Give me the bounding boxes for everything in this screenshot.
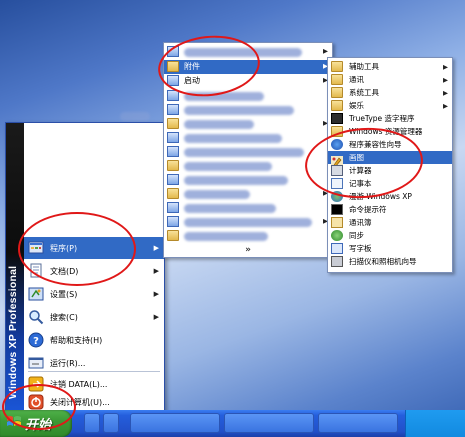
taskbar-window-button[interactable] <box>130 413 220 433</box>
annotation-ring-start <box>2 384 76 430</box>
accessories-item[interactable]: 娱乐 ▶ <box>328 99 452 112</box>
folder-icon <box>331 87 343 98</box>
start-item-settings-label: 设置(S) <box>50 289 78 299</box>
folder-icon <box>167 216 179 227</box>
accessories-item[interactable]: 通讯簿 <box>328 216 452 229</box>
accessories-item-label: TrueType 造字程序 <box>349 114 415 123</box>
folder-icon <box>167 132 179 143</box>
cmd-icon <box>331 204 343 215</box>
folder-icon <box>331 61 343 72</box>
svg-text:?: ? <box>33 336 39 347</box>
folder-icon <box>331 100 343 111</box>
accessories-item-label: 通讯 <box>349 75 364 84</box>
annotation-ring-programs <box>18 212 136 286</box>
start-item-search[interactable]: 搜索(C) ▶ <box>24 306 164 328</box>
accessories-item[interactable]: 同步 <box>328 229 452 242</box>
programs-item-blurred[interactable] <box>164 229 332 243</box>
programs-item-blurred[interactable] <box>164 201 332 215</box>
accessories-item-label: 通讯簿 <box>349 218 372 227</box>
os-edition-label: Windows XP Professional <box>7 265 19 399</box>
start-item-run-label: 运行(R)... <box>50 358 86 368</box>
run-icon <box>27 354 45 372</box>
quick-launch-desktop-icon[interactable] <box>103 413 119 433</box>
programs-item-blurred[interactable] <box>164 103 332 117</box>
submenu-arrow-icon: ▶ <box>153 244 159 252</box>
taskbar-window-button[interactable] <box>318 413 398 433</box>
help-icon: ? <box>27 331 45 349</box>
submenu-arrow-icon: ▶ <box>443 76 448 84</box>
expand-menu-chevron[interactable]: » <box>164 245 332 255</box>
folder-icon <box>167 104 179 115</box>
folder-icon <box>167 118 179 129</box>
folder-icon <box>331 74 343 85</box>
submenu-arrow-icon: ▶ <box>323 47 328 55</box>
accessories-item-label: 辅助工具 <box>349 62 379 71</box>
start-item-help[interactable]: ? 帮助和支持(H) <box>24 329 164 351</box>
accessories-item-label: 系统工具 <box>349 88 379 97</box>
submenu-arrow-icon: ▶ <box>153 290 159 298</box>
programs-item-blurred[interactable]: ▶ <box>164 215 332 229</box>
accessories-item[interactable]: 命令提示符 <box>328 203 452 216</box>
accessories-item-label: 娱乐 <box>349 101 364 110</box>
submenu-arrow-icon: ▶ <box>443 63 448 71</box>
taskbar-window-button[interactable] <box>224 413 314 433</box>
start-menu-sidebar: Windows XP Professional <box>6 123 24 411</box>
folder-icon <box>167 202 179 213</box>
submenu-arrow-icon: ▶ <box>443 89 448 97</box>
desktop: Windows XP Professional 程序(P) ▶ 文档(D) ▶ <box>0 0 465 437</box>
submenu-arrow-icon: ▶ <box>153 313 159 321</box>
scanner-icon <box>331 256 343 267</box>
quick-launch-ie-icon[interactable] <box>84 413 100 433</box>
system-tray[interactable] <box>405 410 465 437</box>
programs-item-blurred[interactable]: ▶ <box>164 187 332 201</box>
accessories-item[interactable]: 写字板 <box>328 242 452 255</box>
accessories-item-label: 扫描仪和照相机向导 <box>349 257 417 266</box>
menu-separator <box>28 371 160 372</box>
folder-icon <box>167 188 179 199</box>
addressbook-icon <box>331 217 343 228</box>
sync-icon <box>331 230 343 241</box>
start-item-settings[interactable]: 设置(S) ▶ <box>24 283 164 305</box>
accessories-item[interactable]: TrueType 造字程序 <box>328 112 452 125</box>
wordpad-icon <box>331 243 343 254</box>
accessories-item[interactable]: 辅助工具 ▶ <box>328 60 452 73</box>
search-icon <box>27 308 45 326</box>
settings-icon <box>27 285 45 303</box>
programs-item-blurred[interactable] <box>164 131 332 145</box>
submenu-arrow-icon: ▶ <box>443 102 448 110</box>
accessories-item-label: 写字板 <box>349 244 372 253</box>
folder-icon <box>167 174 179 185</box>
accessories-item[interactable]: 扫描仪和照相机向导 <box>328 255 452 268</box>
accessories-item[interactable]: 通讯 ▶ <box>328 73 452 86</box>
accessories-item-label: 命令提示符 <box>349 205 387 214</box>
start-item-help-label: 帮助和支持(H) <box>50 335 103 345</box>
folder-icon <box>167 146 179 157</box>
accessories-item-label: 同步 <box>349 231 364 240</box>
folder-icon <box>167 160 179 171</box>
submenu-arrow-icon: ▶ <box>153 267 159 275</box>
start-item-search-label: 搜索(C) <box>50 312 78 322</box>
folder-icon <box>167 230 179 241</box>
programs-item-blurred[interactable]: ▶ <box>164 117 332 131</box>
accessories-item[interactable]: 系统工具 ▶ <box>328 86 452 99</box>
font-editor-icon <box>331 113 343 124</box>
